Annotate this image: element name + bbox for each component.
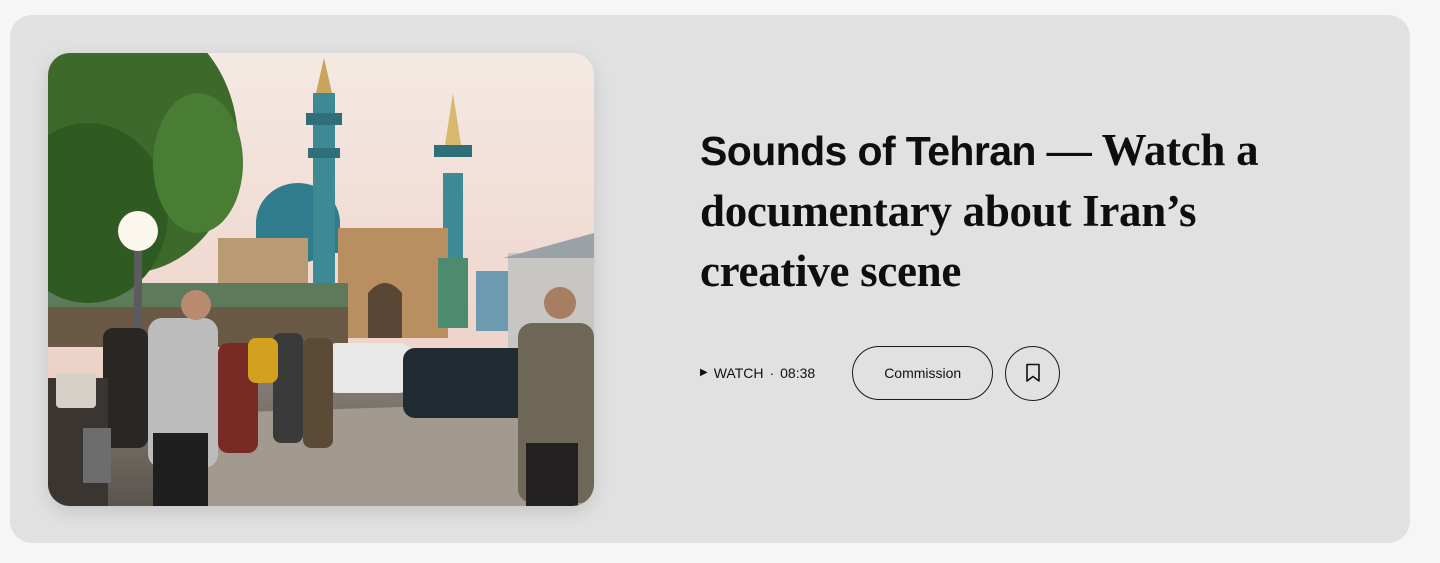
- watch-link[interactable]: ▶ WATCH · 08:38: [700, 365, 815, 381]
- article-image[interactable]: [48, 53, 594, 506]
- article-title[interactable]: Sounds of Tehran — Watch a documentary a…: [700, 120, 1340, 301]
- title-lead[interactable]: Sounds of Tehran: [700, 128, 1036, 174]
- video-duration: 08:38: [780, 365, 816, 381]
- meta-separator: ·: [769, 365, 775, 381]
- bookmark-icon: [1025, 363, 1040, 382]
- commission-button[interactable]: Commission: [852, 346, 994, 400]
- play-icon: ▶: [700, 367, 708, 378]
- mosque-street-photo: [48, 53, 594, 506]
- watch-label: WATCH: [713, 365, 764, 381]
- article-meta: ▶ WATCH · 08:38 Commission: [700, 345, 1061, 401]
- article-text: Sounds of Tehran — Watch a documentary a…: [700, 120, 1340, 301]
- bookmark-button[interactable]: [1005, 345, 1061, 401]
